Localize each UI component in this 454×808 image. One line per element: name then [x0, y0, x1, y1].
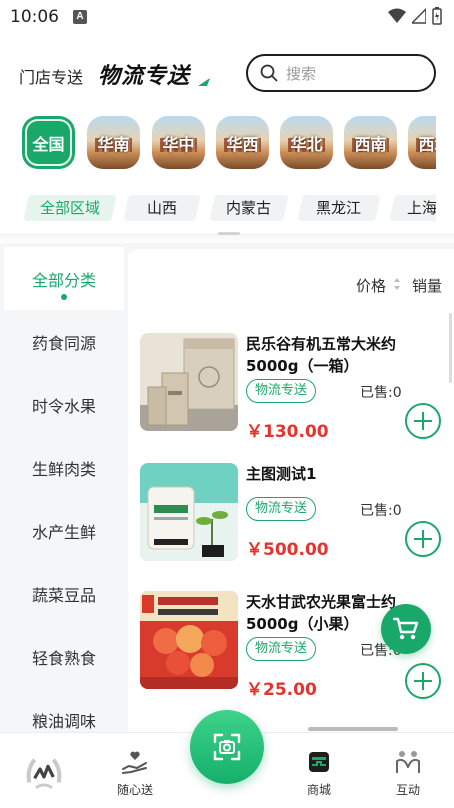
category-label: 粮油调味 [31, 711, 96, 731]
category-fresh-meat[interactable]: 生鲜肉类 [4, 436, 124, 499]
nav-label: 互动 [395, 783, 420, 797]
product-image [140, 333, 238, 431]
region-northwest[interactable]: 西北 [408, 116, 436, 169]
province-label: 山西 [146, 199, 177, 217]
region-label: 全国 [32, 134, 65, 154]
category-medicinal-food[interactable]: 药食同源 [4, 310, 124, 373]
category-label: 水产生鲜 [31, 522, 96, 542]
province-all[interactable]: 全部区域 [23, 195, 117, 221]
nav-interact[interactable]: 互动 [378, 747, 438, 798]
status-time: 10:06 [10, 7, 59, 27]
product-name: 主图测试1 [246, 465, 317, 483]
category-seafood[interactable]: 水产生鲜 [4, 499, 124, 562]
category-light-food[interactable]: 轻食熟食 [4, 625, 124, 688]
product-tag: 物流专送 [246, 637, 317, 661]
search-placeholder: 搜索 [286, 64, 317, 83]
cart-icon [393, 617, 419, 640]
hand-heart-icon [122, 751, 147, 774]
product-sold: 已售:0 [360, 503, 402, 519]
category-label: 生鲜肉类 [31, 459, 96, 479]
category-seasonal-fruit[interactable]: 时令水果 [4, 373, 124, 436]
product-card-partial [308, 721, 398, 731]
cart-button[interactable] [381, 604, 431, 654]
status-bar: 10:06 A [0, 0, 454, 34]
region-label: 华北 [290, 134, 323, 154]
region-all[interactable]: 全国 [22, 116, 75, 169]
province-inner-mongolia[interactable]: 内蒙古 [209, 195, 289, 221]
nav-label: 随心送 [116, 783, 153, 797]
region-label: 西南 [354, 134, 387, 154]
sort-sales-button[interactable]: 销量 [412, 275, 442, 296]
region-central[interactable]: 华中 [152, 116, 205, 169]
province-shanghai[interactable]: 上海 [389, 195, 436, 221]
active-dot-icon [61, 294, 67, 300]
nav-home[interactable] [14, 753, 74, 797]
scan-button[interactable] [190, 710, 264, 784]
category-label: 全部分类 [31, 270, 96, 290]
product-card[interactable]: 民乐谷有机五常大米约5000g（一箱） 物流专送 已售:0 ￥130.00 [140, 333, 450, 463]
category-label: 蔬菜豆品 [31, 585, 96, 605]
product-price: ￥130.00 [246, 422, 329, 442]
tab-logistics-delivery[interactable]: 物流专送 [98, 58, 190, 90]
region-southwest[interactable]: 西南 [344, 116, 397, 169]
store-icon [309, 752, 329, 772]
category-vegetables[interactable]: 蔬菜豆品 [4, 562, 124, 625]
product-sold: 已售:0 [360, 385, 402, 401]
sort-price-button[interactable]: 价格 [356, 275, 386, 296]
sort-arrows-icon [394, 278, 400, 290]
province-label: 上海 [406, 199, 436, 217]
add-to-cart-button[interactable] [405, 403, 441, 439]
signal-icon [412, 8, 426, 24]
nav-delivery[interactable]: 随心送 [105, 747, 165, 798]
active-tab-mark-icon [198, 78, 210, 86]
region-label: 华南 [97, 134, 130, 154]
region-label: 华中 [162, 134, 195, 154]
tab-store-delivery[interactable]: 门店专送 [19, 64, 83, 88]
province-label: 全部区域 [39, 199, 100, 217]
product-tag: 物流专送 [246, 497, 317, 521]
nav-label: 商城 [306, 783, 331, 797]
province-heilongjiang[interactable]: 黑龙江 [297, 195, 381, 221]
province-label: 黑龙江 [316, 199, 362, 217]
product-price: ￥500.00 [246, 540, 329, 560]
region-selector: 全国 华南 华中 华西 华北 西南 西北 [22, 116, 436, 172]
search-input[interactable]: 搜索 [246, 54, 436, 92]
category-label: 时令水果 [31, 396, 96, 416]
category-label: 药食同源 [31, 333, 96, 353]
region-label: 西北 [418, 134, 436, 154]
battery-icon [432, 7, 442, 25]
product-price: ￥25.00 [246, 680, 317, 700]
province-label: 内蒙古 [226, 199, 272, 217]
region-label: 华西 [226, 134, 259, 154]
product-image [140, 463, 238, 561]
province-selector: 全部区域 山西 内蒙古 黑龙江 上海 [22, 195, 436, 221]
category-sidebar: 全部分类 药食同源 时令水果 生鲜肉类 水产生鲜 蔬菜豆品 轻食熟食 粮油调味 [0, 243, 128, 732]
add-to-cart-button[interactable] [405, 521, 441, 557]
header: 门店专送 物流专送 搜索 [0, 52, 454, 96]
search-icon [260, 64, 278, 82]
nav-mall[interactable]: 商城 [289, 747, 349, 798]
scan-icon [213, 733, 241, 761]
region-west[interactable]: 华西 [216, 116, 269, 169]
category-label: 轻食熟食 [31, 648, 96, 668]
people-icon [396, 751, 420, 773]
wifi-icon [388, 8, 406, 23]
region-north[interactable]: 华北 [280, 116, 333, 169]
notification-icon: A [73, 10, 87, 24]
wheat-logo-icon [26, 758, 62, 789]
product-panel: 价格 销量 民乐谷有机五常大米约5000g（一箱） 物流专送 已售:0 ￥130… [128, 249, 454, 732]
add-to-cart-button[interactable] [405, 663, 441, 699]
province-shanxi[interactable]: 山西 [123, 195, 201, 221]
product-name: 民乐谷有机五常大米约5000g（一箱） [246, 335, 397, 375]
product-tag: 物流专送 [246, 379, 317, 403]
category-all[interactable]: 全部分类 [4, 247, 124, 310]
status-indicators [388, 7, 442, 25]
partial-text [308, 727, 398, 731]
category-grain-oil[interactable]: 粮油调味 [4, 688, 124, 732]
product-card[interactable]: 主图测试1 物流专送 已售:0 ￥500.00 [140, 463, 450, 593]
product-image [140, 591, 238, 689]
region-south[interactable]: 华南 [87, 116, 140, 169]
